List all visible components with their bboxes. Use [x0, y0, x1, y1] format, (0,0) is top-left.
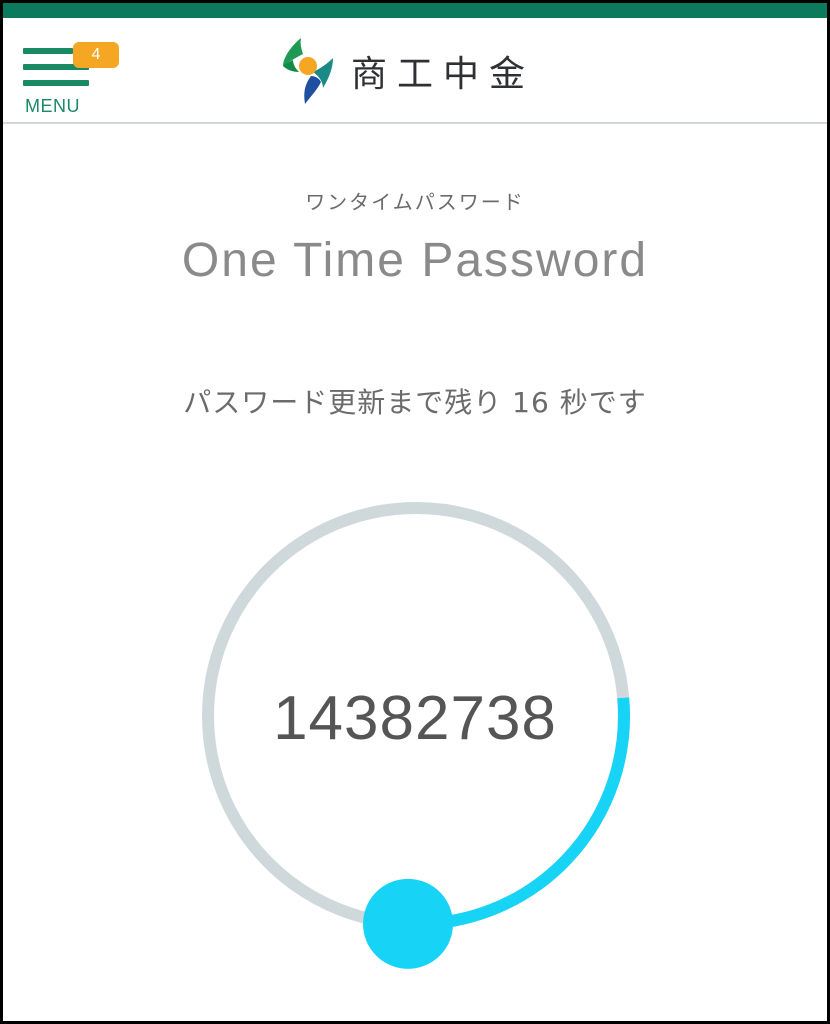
app-screen: 4 MENU 商工中金 ワンタイムパスワード One Time Password… — [3, 3, 827, 1021]
timer-ring — [202, 502, 630, 969]
timer-knob — [363, 878, 454, 969]
otp-code: 14382738 — [273, 684, 557, 753]
